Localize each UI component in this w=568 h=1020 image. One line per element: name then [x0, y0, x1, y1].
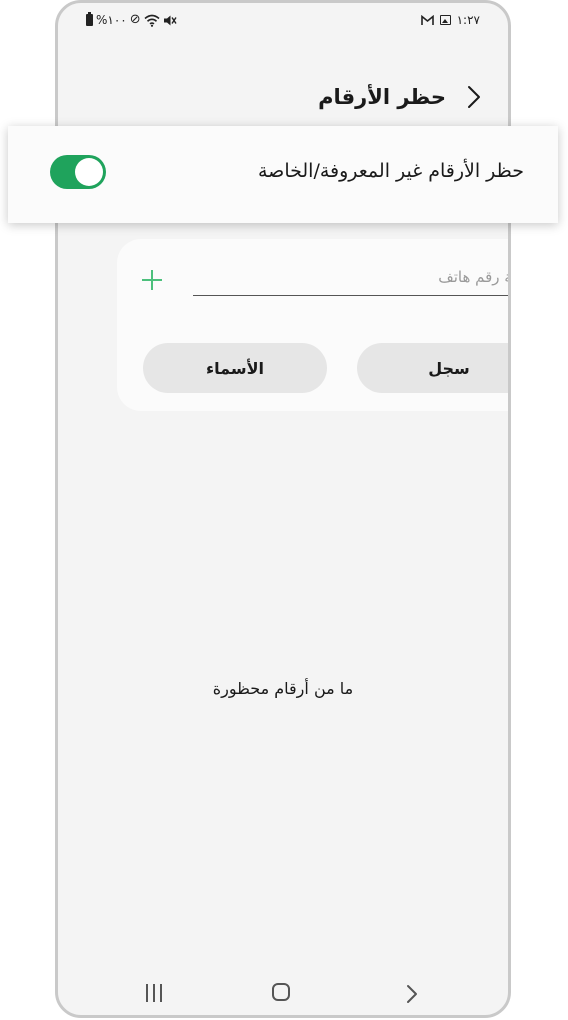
- navigation-bar: [58, 979, 508, 1009]
- header-back-button[interactable]: [464, 83, 484, 111]
- status-time: ١:٢٧: [456, 13, 480, 27]
- mute-icon: [163, 15, 177, 25]
- chevron-icon: [468, 86, 480, 108]
- status-icons-right: ١:٢٧: [420, 13, 480, 27]
- battery-percent: %١٠٠: [96, 13, 127, 27]
- gmail-icon: [420, 14, 434, 25]
- wifi-icon: [144, 14, 160, 27]
- plus-icon[interactable]: [139, 267, 165, 293]
- status-icons-left: %١٠٠ ⊘: [86, 12, 177, 27]
- home-icon[interactable]: [272, 983, 290, 1001]
- log-button[interactable]: سجل: [357, 343, 508, 393]
- do-not-disturb-icon: ⊘: [129, 12, 141, 27]
- phone-number-input[interactable]: [193, 259, 508, 296]
- empty-state-text: ما من أرقام محظورة: [212, 679, 354, 698]
- gallery-icon: [439, 15, 451, 25]
- header: حظر الأرقام: [318, 83, 484, 111]
- status-bar: %١٠٠ ⊘ ١:٢٧: [58, 11, 508, 33]
- add-number-card: سجل الأسماء: [117, 239, 508, 411]
- battery-icon: [86, 12, 93, 26]
- page-title: حظر الأرقام: [318, 85, 446, 109]
- toggle-knob: [75, 158, 103, 186]
- block-unknown-card: حظر الأرقام غير المعروفة/الخاصة: [8, 126, 558, 223]
- back-icon[interactable]: [402, 983, 422, 1005]
- contacts-button[interactable]: الأسماء: [143, 343, 327, 393]
- recents-icon[interactable]: [146, 984, 166, 1002]
- block-unknown-label: حظر الأرقام غير المعروفة/الخاصة: [258, 160, 524, 182]
- block-unknown-toggle[interactable]: [50, 155, 106, 189]
